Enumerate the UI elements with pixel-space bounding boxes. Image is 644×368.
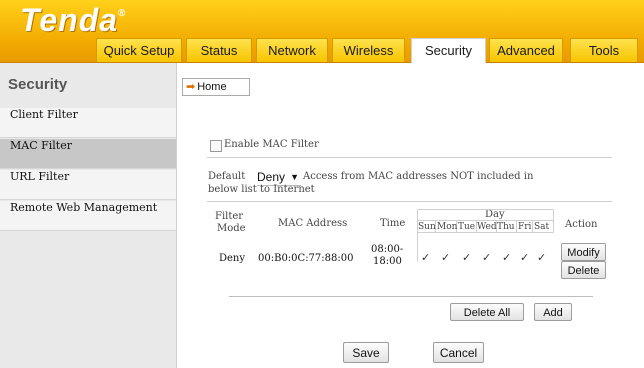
tab-status[interactable]: Status — [186, 38, 252, 62]
sidebar-item-mac-filter[interactable]: MAC Filter — [0, 139, 176, 169]
tab-network[interactable]: Network — [256, 38, 328, 62]
tab-tools[interactable]: Tools — [570, 38, 638, 62]
tenda-logo: Tenda — [20, 2, 119, 38]
tab-security[interactable]: Security — [411, 38, 486, 63]
main-panel: ➡ Home Enable MAC Filter Default Deny ▼ A… — [177, 63, 644, 368]
registered-mark: ® — [118, 8, 126, 19]
day-mon: Mon — [437, 222, 458, 232]
cancel-button[interactable]: Cancel — [433, 342, 484, 363]
delete-button[interactable]: Delete — [561, 261, 606, 279]
tick-sat-icon: ✓ — [537, 252, 547, 264]
delete-all-button[interactable]: Delete All — [450, 303, 524, 321]
header-bar: Tenda ® Quick Setup Status Network Wirel… — [0, 0, 644, 63]
add-button[interactable]: Add — [534, 303, 572, 321]
day-sun: Sun — [418, 222, 436, 232]
day-fri: Fri — [518, 222, 532, 232]
sidebar-item-client-filter[interactable]: Client Filter — [0, 108, 176, 138]
tick-tue-icon: ✓ — [462, 252, 472, 264]
sidebar: Security Client Filter MAC Filter URL Fi… — [0, 63, 177, 368]
content-area: Security Client Filter MAC Filter URL Fi… — [0, 63, 644, 368]
sidebar-item-remote-web-management[interactable]: Remote Web Management — [0, 201, 176, 231]
day-thu: Thu — [497, 222, 515, 232]
tab-wireless[interactable]: Wireless — [332, 38, 405, 62]
day-grid — [417, 209, 554, 262]
save-button[interactable]: Save — [343, 342, 389, 363]
modify-button[interactable]: Modify — [561, 243, 606, 261]
tick-wed-icon: ✓ — [482, 252, 492, 264]
tick-sun-icon: ✓ — [421, 252, 431, 264]
row-time-start: 08:00- — [371, 244, 404, 255]
row-mac: 00:B0:0C:77:88:00 — [258, 253, 354, 264]
day-tue: Tue — [458, 222, 476, 232]
row-mode: Deny — [219, 253, 246, 264]
tab-advanced[interactable]: Advanced — [489, 38, 563, 62]
day-wed: Wed — [477, 222, 497, 232]
day-sat: Sat — [534, 222, 550, 232]
row-time-end: 18:00 — [373, 256, 402, 267]
tab-quick-setup[interactable]: Quick Setup — [96, 38, 182, 62]
divider — [229, 296, 593, 297]
tick-fri-icon: ✓ — [520, 252, 530, 264]
tick-thu-icon: ✓ — [502, 252, 512, 264]
sidebar-item-url-filter[interactable]: URL Filter — [0, 170, 176, 200]
tick-mon-icon: ✓ — [441, 252, 451, 264]
sidebar-title: Security — [8, 76, 68, 93]
